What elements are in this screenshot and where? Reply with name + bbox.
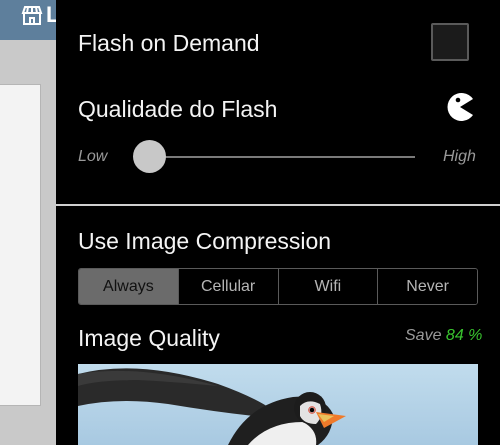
puffin-image: [78, 364, 478, 445]
background-card: [0, 84, 41, 406]
save-label: Save: [405, 327, 442, 344]
compression-option-never[interactable]: Never: [378, 269, 477, 304]
flash-quality-slider[interactable]: [136, 156, 415, 158]
compression-segmented-control: Always Cellular Wifi Never: [78, 268, 478, 305]
flash-quality-slider-thumb[interactable]: [133, 140, 166, 173]
flash-on-demand-checkbox[interactable]: [431, 23, 469, 61]
section-divider: [56, 204, 500, 206]
flash-quality-label: Qualidade do Flash: [78, 96, 278, 122]
save-indicator: Save 84 %: [405, 327, 482, 345]
image-quality-label: Image Quality: [78, 325, 220, 351]
slider-high-label: High: [443, 148, 476, 165]
pacman-icon: [445, 92, 475, 122]
compression-option-wifi[interactable]: Wifi: [278, 269, 379, 304]
compression-option-always[interactable]: Always: [79, 269, 179, 304]
settings-drawer: Flash on Demand Qualidade do Flash Low H…: [56, 0, 500, 445]
flash-on-demand-label: Flash on Demand: [78, 30, 260, 56]
slider-low-label: Low: [78, 148, 108, 165]
store-icon[interactable]: [20, 4, 44, 28]
compression-option-cellular[interactable]: Cellular: [178, 269, 279, 304]
image-compression-label: Use Image Compression: [78, 228, 332, 254]
save-percentage: 84 %: [445, 327, 483, 344]
